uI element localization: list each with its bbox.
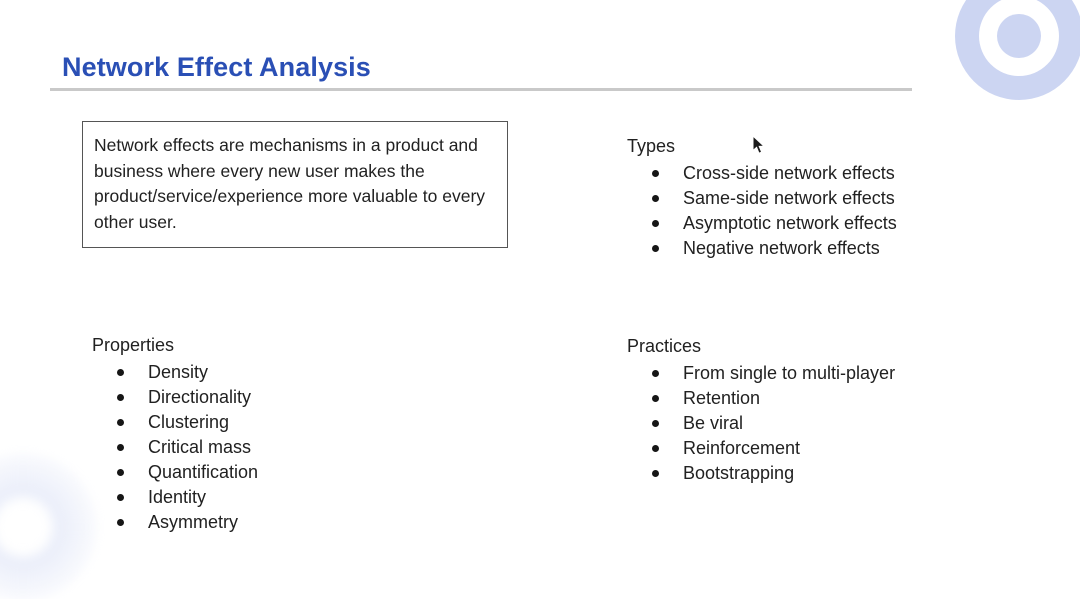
bullet-icon <box>117 394 124 401</box>
section-properties: Properties Density Directionality Cluste… <box>92 334 258 535</box>
bullet-icon <box>652 470 659 477</box>
definition-text: Network effects are mechanisms in a prod… <box>94 135 486 232</box>
bullet-icon <box>117 494 124 501</box>
bullet-icon <box>652 245 659 252</box>
list-item: From single to multi-player <box>627 361 895 386</box>
list-item-label: Critical mass <box>148 437 252 457</box>
bullet-icon <box>117 419 124 426</box>
section-types: Types Cross-side network effects Same-si… <box>627 135 897 261</box>
bullet-icon <box>652 445 659 452</box>
list-item-label: Asymptotic network effects <box>683 213 897 233</box>
list-item-label: Bootstrapping <box>683 463 795 483</box>
bullet-icon <box>652 170 659 177</box>
practices-list: From single to multi-player Retention Be… <box>627 361 895 486</box>
logo-inner-dot <box>997 14 1041 58</box>
list-item: Directionality <box>92 385 258 410</box>
watermark-circle <box>0 452 98 599</box>
logo-white-ring <box>979 0 1059 76</box>
page-title: Network Effect Analysis <box>62 52 371 82</box>
list-item: Asymmetry <box>92 510 258 535</box>
title-divider <box>50 88 912 91</box>
list-item-label: Negative network effects <box>683 238 880 258</box>
list-item-label: From single to multi-player <box>683 363 896 383</box>
section-heading-properties: Properties <box>92 335 175 355</box>
list-item-label: Retention <box>683 388 761 408</box>
list-item: Clustering <box>92 410 258 435</box>
list-item-label: Directionality <box>148 387 252 407</box>
list-item-label: Quantification <box>148 462 259 482</box>
bullet-icon <box>117 444 124 451</box>
definition-box: Network effects are mechanisms in a prod… <box>82 121 508 248</box>
bullet-icon <box>117 369 124 376</box>
list-item-label: Same-side network effects <box>683 188 895 208</box>
list-item-label: Identity <box>148 487 207 507</box>
logo-outer-ring <box>955 0 1080 100</box>
list-item-label: Asymmetry <box>148 512 238 532</box>
bullet-icon <box>117 519 124 526</box>
list-item: Bootstrapping <box>627 461 895 486</box>
list-item: Cross-side network effects <box>627 161 897 186</box>
bullet-icon <box>652 195 659 202</box>
properties-list: Density Directionality Clustering Critic… <box>92 360 258 535</box>
bullet-icon <box>117 469 124 476</box>
concentric-circles-logo <box>955 0 1080 100</box>
list-item: Asymptotic network effects <box>627 211 897 236</box>
list-item-label: Cross-side network effects <box>683 163 895 183</box>
list-item: Quantification <box>92 460 258 485</box>
list-item: Reinforcement <box>627 436 895 461</box>
list-item-label: Be viral <box>683 413 744 433</box>
section-practices: Practices From single to multi-player Re… <box>627 335 895 486</box>
slide-canvas: Network Effect Analysis Network effects … <box>0 0 1080 599</box>
list-item: Critical mass <box>92 435 258 460</box>
types-list: Cross-side network effects Same-side net… <box>627 161 897 261</box>
list-item-label: Reinforcement <box>683 438 801 458</box>
list-item: Identity <box>92 485 258 510</box>
list-item: Negative network effects <box>627 236 897 261</box>
list-item: Retention <box>627 386 895 411</box>
section-heading-practices: Practices <box>627 336 702 356</box>
section-heading-types: Types <box>627 136 676 156</box>
list-item: Density <box>92 360 258 385</box>
list-item: Same-side network effects <box>627 186 897 211</box>
list-item-label: Density <box>148 362 209 382</box>
list-item-label: Clustering <box>148 412 230 432</box>
bullet-icon <box>652 370 659 377</box>
bullet-icon <box>652 420 659 427</box>
bullet-icon <box>652 395 659 402</box>
bullet-icon <box>652 220 659 227</box>
list-item: Be viral <box>627 411 895 436</box>
